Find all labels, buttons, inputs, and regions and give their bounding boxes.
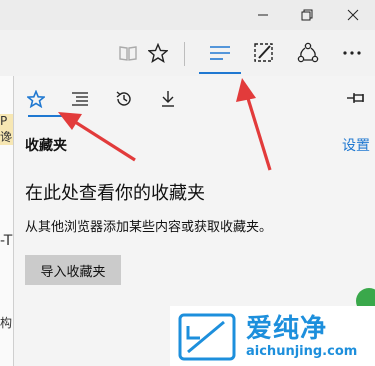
watermark-name: 爱纯净 xyxy=(246,314,328,344)
favorites-tab-indicator xyxy=(28,115,62,117)
favorites-tab[interactable] xyxy=(16,84,56,114)
share-icon[interactable] xyxy=(290,38,326,68)
watermark-logo-icon xyxy=(178,313,236,361)
empty-state-description: 从其他浏览器添加某些内容或获取收藏夹。 xyxy=(25,220,273,235)
page-fragment: 构 xyxy=(0,316,13,330)
web-note-icon[interactable] xyxy=(246,38,282,68)
panel-title: 收藏夹 xyxy=(25,138,67,154)
import-favorites-button[interactable]: 导入收藏夹 xyxy=(25,255,121,285)
downloads-tab[interactable] xyxy=(148,84,188,114)
watermark-url: aichunjing.com xyxy=(246,344,358,359)
empty-state-heading: 在此处查看你的收藏夹 xyxy=(25,183,205,204)
restore-icon[interactable] xyxy=(284,0,330,30)
title-bar xyxy=(0,0,375,30)
settings-link[interactable]: 设置 xyxy=(342,135,370,155)
more-icon[interactable] xyxy=(334,38,370,68)
history-tab[interactable] xyxy=(104,84,144,114)
watermark: 爱纯净 aichunjing.com xyxy=(170,306,375,366)
pin-icon[interactable] xyxy=(342,86,370,110)
page-content-strip: P谗 -T 构 xyxy=(0,76,14,366)
star-icon[interactable] xyxy=(140,38,176,68)
hub-icon[interactable] xyxy=(202,38,238,68)
toolbar-separator xyxy=(184,42,185,66)
page-fragment: -T xyxy=(0,233,13,249)
close-icon[interactable] xyxy=(330,0,375,30)
hub-active-indicator xyxy=(199,72,241,74)
page-fragment: P谗 xyxy=(0,114,13,145)
minimize-icon[interactable] xyxy=(240,0,286,30)
reading-list-tab[interactable] xyxy=(60,84,100,114)
